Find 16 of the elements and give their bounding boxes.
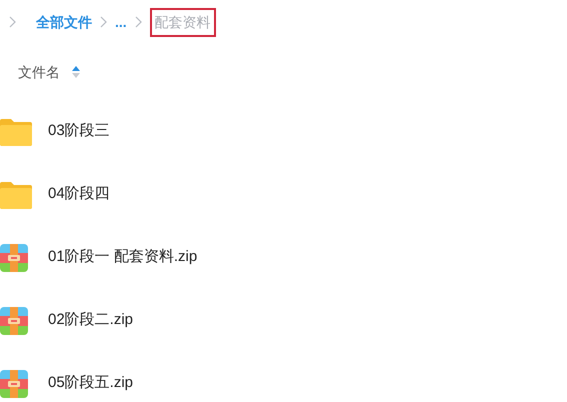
folder-icon	[0, 180, 32, 208]
sort-icon[interactable]	[72, 65, 80, 79]
archive-icon	[0, 370, 28, 398]
file-name[interactable]: 05阶段五.zip	[48, 372, 134, 395]
archive-icon	[0, 306, 28, 334]
current-folder-label: 配套资料	[150, 8, 216, 36]
chevron-right-icon	[100, 16, 107, 28]
column-header[interactable]: 文件名	[18, 62, 60, 82]
archive-icon	[0, 244, 28, 272]
chevron-right-icon	[134, 16, 142, 28]
file-name[interactable]: 03阶段三	[48, 120, 110, 143]
file-name[interactable]: 01阶段一 配套资料.zip	[48, 246, 198, 269]
folder-icon	[0, 118, 32, 146]
file-name[interactable]: 02阶段二.zip	[48, 309, 134, 332]
chevron-right-icon	[9, 16, 16, 28]
file-name[interactable]: 04阶段四	[48, 183, 110, 206]
